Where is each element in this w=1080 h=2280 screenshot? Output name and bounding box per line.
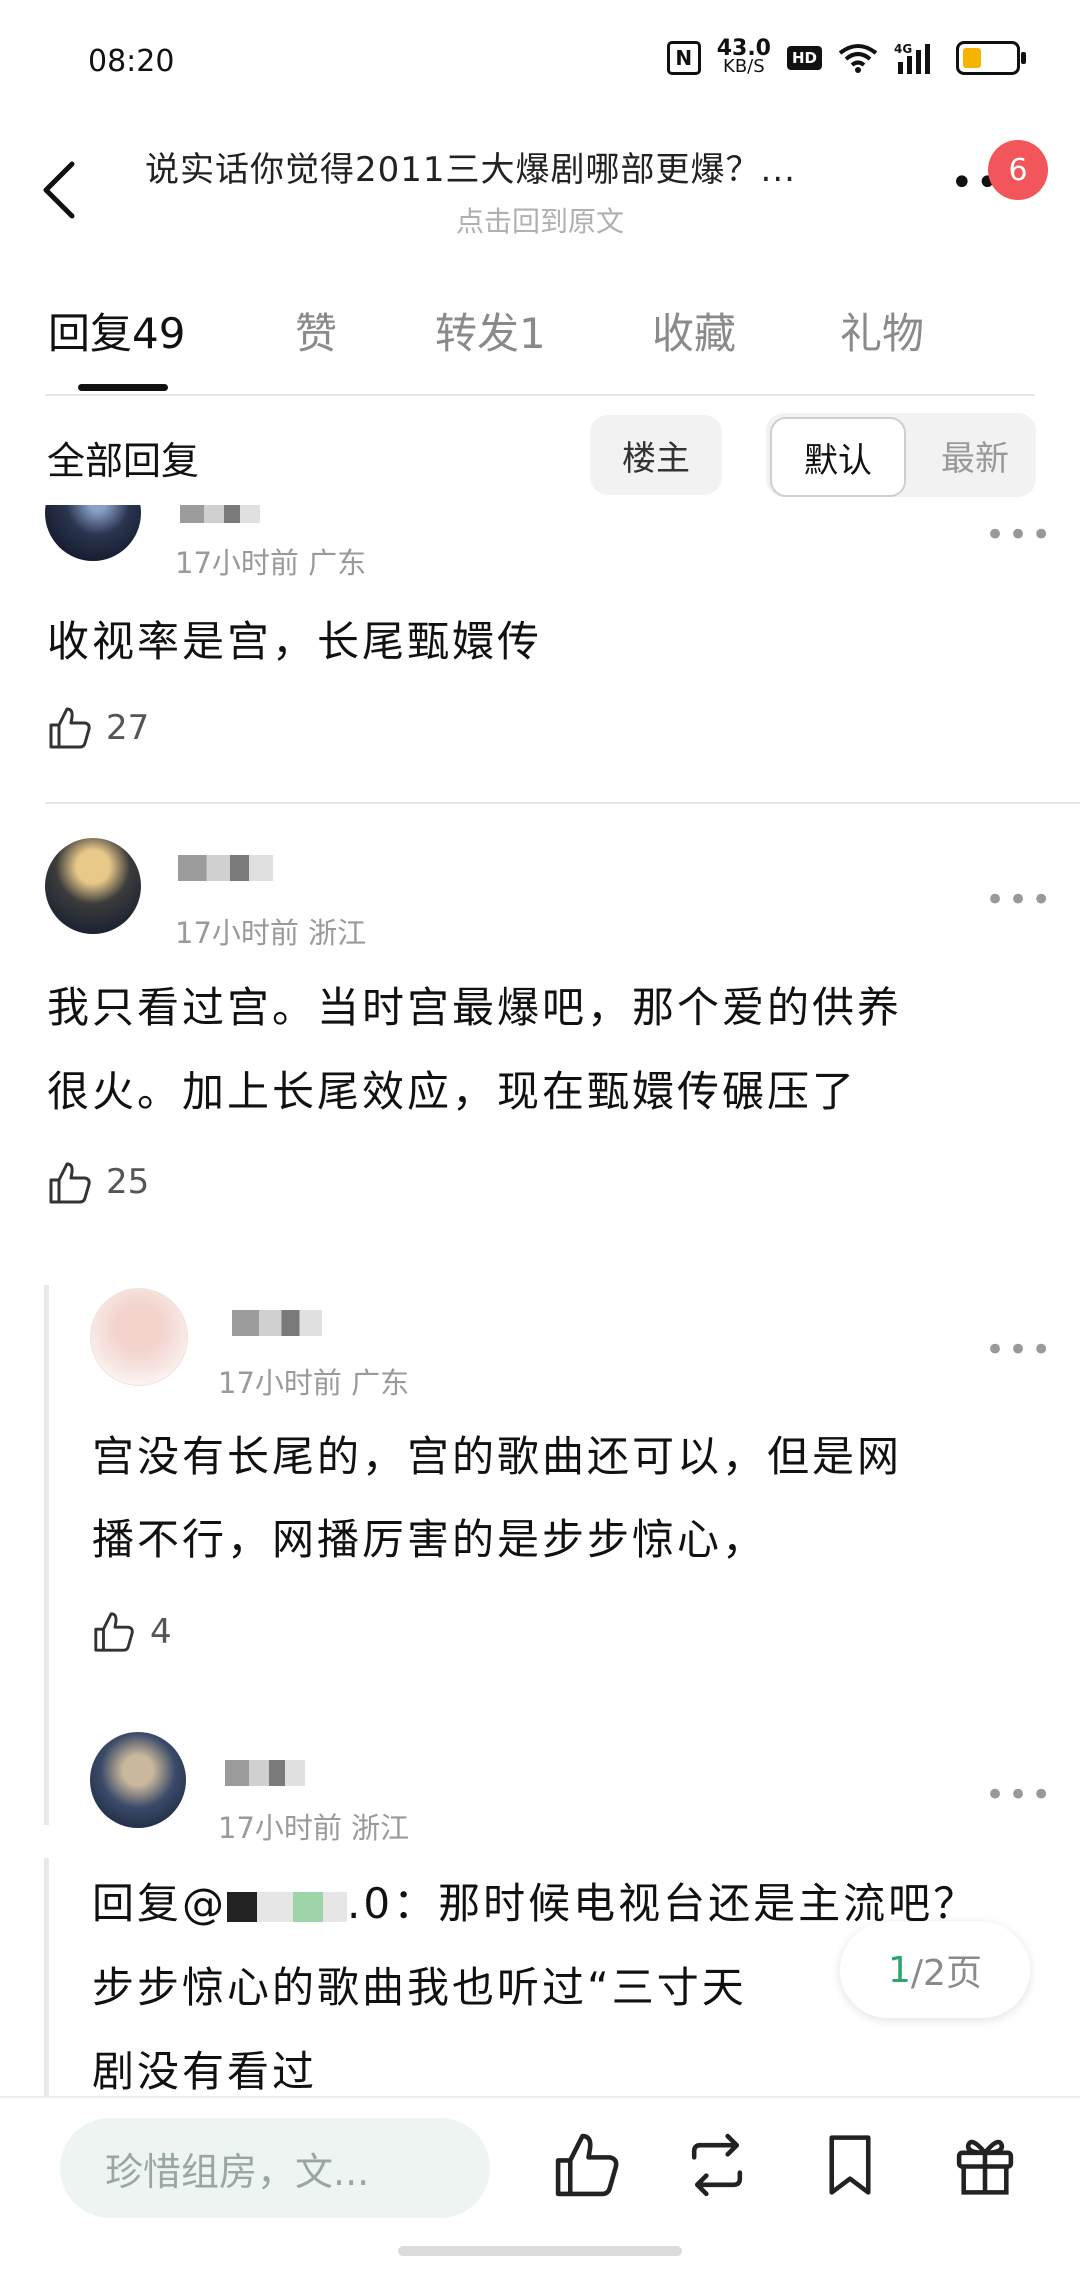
reply-thread-bar	[44, 1858, 49, 2098]
wifi-icon	[838, 44, 878, 73]
comment-meta: 17小时前 广东	[218, 1366, 410, 1400]
reply-prefix: 回复@	[92, 1879, 228, 1928]
signal-icon: 4G	[894, 42, 930, 74]
like-icon[interactable]	[47, 705, 93, 751]
like-icon[interactable]	[92, 1610, 136, 1654]
notification-badge[interactable]: 6	[988, 140, 1048, 200]
repost-icon[interactable]	[682, 2130, 752, 2200]
avatar[interactable]	[45, 838, 141, 934]
tab-gifts[interactable]: 礼物	[840, 300, 924, 361]
username-blurred[interactable]	[178, 855, 273, 881]
home-indicator[interactable]	[398, 2246, 682, 2256]
username-blurred[interactable]	[225, 1760, 305, 1786]
hd-icon: HD	[786, 46, 822, 70]
like-count: 27	[106, 708, 150, 748]
status-time: 08:20	[88, 44, 175, 79]
like-count: 25	[106, 1162, 150, 1202]
page-indicator[interactable]: 1/2页	[840, 1922, 1030, 2018]
tab-reposts[interactable]: 转发1	[435, 300, 546, 361]
sort-latest-button[interactable]: 最新	[915, 417, 1035, 493]
comment-text-line: 很火。加上长尾效应，现在甄嬛传碾压了	[47, 1067, 858, 1116]
tab-likes[interactable]: 赞	[295, 300, 337, 361]
comment-text-line: 宫没有长尾的，宫的歌曲还可以，但是网	[92, 1432, 903, 1481]
battery-icon	[956, 41, 1026, 75]
all-replies-label: 全部回复	[47, 439, 200, 483]
like-icon[interactable]	[47, 1160, 93, 1206]
avatar[interactable]	[90, 1732, 186, 1828]
username-blurred[interactable]	[232, 1310, 322, 1336]
bookmark-icon[interactable]	[815, 2130, 885, 2200]
tab-favorites[interactable]: 收藏	[652, 300, 736, 361]
comment-meta: 17小时前 浙江	[175, 916, 367, 950]
page-total: /2页	[910, 1953, 982, 1994]
reply-thread-bar	[44, 1285, 49, 1825]
comment-input[interactable]: 珍惜组房，文...	[60, 2118, 490, 2218]
comment-text-line: 回复@ .0：那时候电视台还是主流吧？	[92, 1862, 978, 1946]
page-current: 1	[888, 1949, 911, 1991]
network-speed: 43.0 KB/S	[717, 38, 771, 77]
comment-more-icon[interactable]: •••	[985, 515, 1054, 555]
like-icon[interactable]	[552, 2130, 622, 2200]
sort-default-button[interactable]: 默认	[770, 417, 906, 497]
comment-meta: 17小时前 浙江	[218, 1811, 410, 1845]
network-speed-unit: KB/S	[723, 56, 765, 77]
tab-replies[interactable]: 回复49	[48, 300, 185, 361]
op-only-button[interactable]: 楼主	[590, 415, 722, 495]
comment-text: 收视率是宫，长尾甄嬛传	[47, 617, 543, 666]
tab-divider	[45, 394, 1035, 396]
username-blurred[interactable]	[180, 505, 260, 523]
like-count: 4	[150, 1612, 172, 1652]
comment-divider	[45, 802, 1080, 804]
comment-more-icon[interactable]: •••	[985, 880, 1054, 920]
comment-more-icon[interactable]: •••	[985, 1330, 1054, 1370]
comment-text-line: 步步惊心的歌曲我也听过“三寸天	[92, 1963, 747, 2012]
avatar[interactable]	[45, 505, 141, 561]
comment-text-line: 我只看过宫。当时宫最爆吧，那个爱的供养	[47, 983, 903, 1032]
mention-username-blurred[interactable]	[227, 1891, 348, 1922]
comment-text-line: 播不行，网播厉害的是步步惊心，	[92, 1515, 768, 1564]
comment-meta: 17小时前 广东	[175, 546, 367, 580]
comment-more-icon[interactable]: •••	[985, 1775, 1054, 1815]
svg-text:4G: 4G	[894, 42, 912, 56]
tab-active-indicator	[78, 384, 168, 391]
status-icons: N 43.0 KB/S HD 4G	[666, 38, 1026, 77]
post-title[interactable]: 说实话你觉得2011三大爆剧哪部更爆？...	[145, 142, 925, 191]
avatar[interactable]	[90, 1288, 188, 1386]
gift-icon[interactable]	[950, 2130, 1020, 2200]
nfc-icon: N	[666, 41, 701, 75]
back-to-original-link[interactable]: 点击回到原文	[0, 200, 1080, 240]
reply-text: .0：那时候电视台还是主流吧？	[347, 1879, 979, 1928]
